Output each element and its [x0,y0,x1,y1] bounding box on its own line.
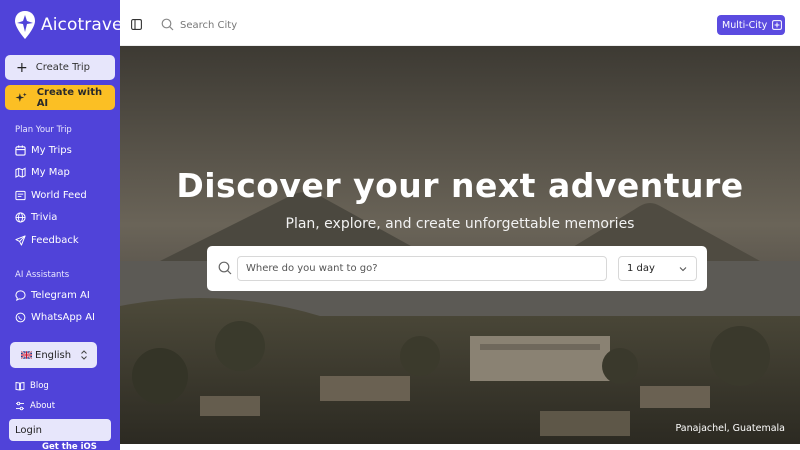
multi-city-button[interactable]: Multi-City [717,15,785,35]
top-bar: Multi-City [120,0,800,46]
sidebar: Aicotrave + Create Trip Create with AI P… [0,0,123,450]
brand[interactable]: Aicotrave [14,10,123,40]
hero-subtitle: Plan, explore, and create unforgettable … [285,216,635,232]
sidebar-item-my-map[interactable]: My Map [15,165,70,179]
ai-section-label: AI Assistants [15,270,70,280]
sidebar-item-label: World Feed [31,189,87,201]
city-search-input[interactable] [180,17,480,33]
map-icon [15,167,26,178]
sidebar-item-world-feed[interactable]: World Feed [15,188,87,202]
trip-days-value: 1 day [627,263,655,274]
create-with-ai-label: Create with AI [36,86,103,109]
sidebar-item-about[interactable]: About [15,401,55,411]
hero-background-image [120,46,800,444]
multi-city-label: Multi-City [722,19,768,31]
sidebar-item-label: My Map [31,166,70,178]
sidebar-item-label: WhatsApp AI [31,311,95,323]
sidebar-item-feedback[interactable]: Feedback [15,233,79,247]
sidebar-item-whatsapp-ai[interactable]: WhatsApp AI [15,310,95,324]
logo-icon [15,11,35,39]
sidebar-item-label: Feedback [31,234,79,246]
sidebar-item-label: Blog [30,381,49,391]
brand-name: Aicotrave [41,15,123,35]
book-icon [15,381,25,391]
feed-icon [15,190,26,200]
language-selector[interactable]: English [10,342,97,368]
whatsapp-icon [15,312,26,322]
sidebar-item-label: About [30,401,56,411]
sidebar-item-my-trips[interactable]: My Trips [15,143,72,157]
sidebar-item-label: Telegram AI [31,289,90,301]
create-trip-button[interactable]: + Create Trip [5,55,115,80]
sidebar-item-telegram-ai[interactable]: Telegram AI [15,288,90,302]
trip-days-select[interactable]: 1 day [618,256,697,281]
hero-title: Discover your next adventure [176,166,744,205]
sidebar-item-blog[interactable]: Blog [15,381,49,391]
destination-search-card: 1 day [207,246,707,291]
sidebar-toggle-icon[interactable] [131,19,142,30]
chevron-down-icon [679,267,687,272]
send-icon [15,234,26,246]
destination-input[interactable] [237,256,607,281]
get-ios-app-link[interactable]: Get the iOS [42,442,97,450]
sidebar-item-label: Trivia [31,211,58,223]
calendar-icon [15,144,26,156]
photo-caption: Panajachel, Guatemala [675,423,785,434]
sidebar-item-trivia[interactable]: Trivia [15,210,57,224]
search-icon [218,261,232,275]
sparkles-icon [15,92,27,102]
chat-bubble-icon [15,289,26,301]
hero-section: Discover your next adventure Plan, explo… [120,46,800,444]
plan-section-label: Plan Your Trip [15,125,72,135]
login-button[interactable]: Login [9,419,111,441]
sliders-icon [16,401,24,411]
globe-icon [15,211,26,223]
uk-flag-icon [21,351,32,359]
plus-square-icon [772,20,783,30]
plus-icon: + [16,59,28,76]
language-label: English [35,349,72,361]
create-with-ai-button[interactable]: Create with AI [5,85,115,110]
chevron-up-down-icon [81,350,87,360]
search-icon [161,18,174,31]
sidebar-item-label: My Trips [31,144,72,156]
create-trip-label: Create Trip [35,62,91,73]
